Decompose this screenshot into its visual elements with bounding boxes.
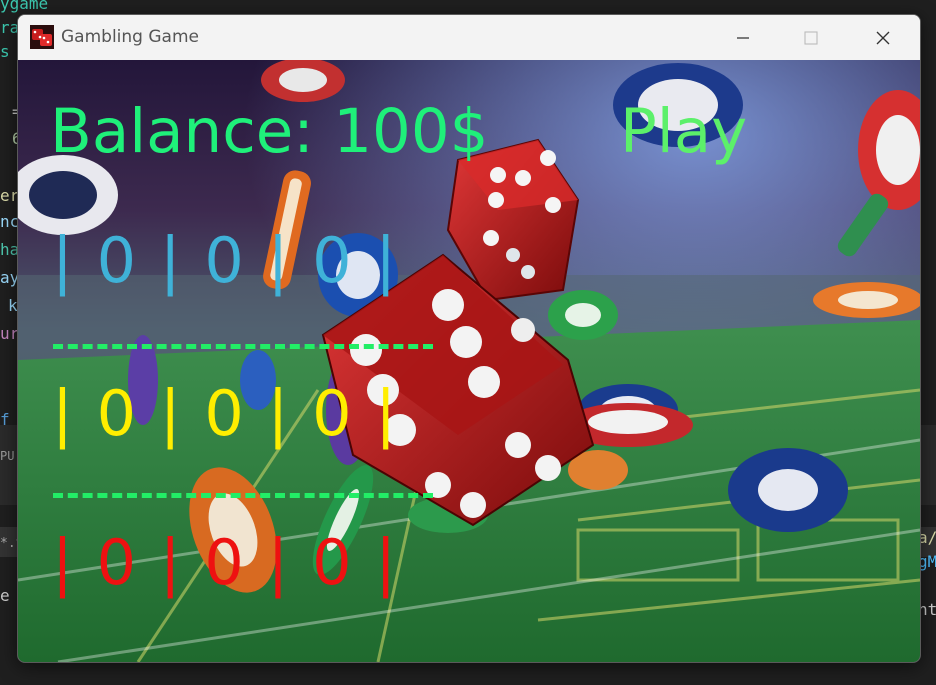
close-icon — [876, 31, 890, 44]
play-button[interactable]: Play — [620, 101, 747, 162]
maximize-button[interactable] — [788, 15, 834, 60]
minimize-button[interactable] — [720, 15, 766, 60]
game-canvas[interactable]: Balance: 100$ Play | 0 | 0 | 0 | | 0 | 0… — [18, 60, 920, 662]
editor-fragment: f — [0, 410, 10, 429]
app-icon — [30, 25, 54, 49]
close-button[interactable] — [860, 15, 906, 60]
reel-separator-2 — [53, 493, 433, 498]
editor-fragment: s — [0, 42, 10, 61]
editor-fragment: PU — [0, 449, 15, 463]
maximize-icon — [804, 30, 818, 45]
reel-separator-1 — [53, 344, 433, 349]
minimize-icon — [737, 36, 749, 39]
title-bar[interactable]: Gambling Game — [18, 15, 920, 60]
reel-row-2: | 0 | 0 | 0 | — [52, 377, 399, 450]
window-title: Gambling Game — [61, 27, 199, 47]
reel-row-3: | 0 | 0 | 0 | — [52, 526, 399, 599]
balance-label: Balance: 100$ — [50, 96, 489, 167]
game-window: Gambling Game Balance: 100$ Play | 0 | 0… — [17, 14, 921, 663]
reel-row-1: | 0 | 0 | 0 | — [52, 224, 399, 297]
